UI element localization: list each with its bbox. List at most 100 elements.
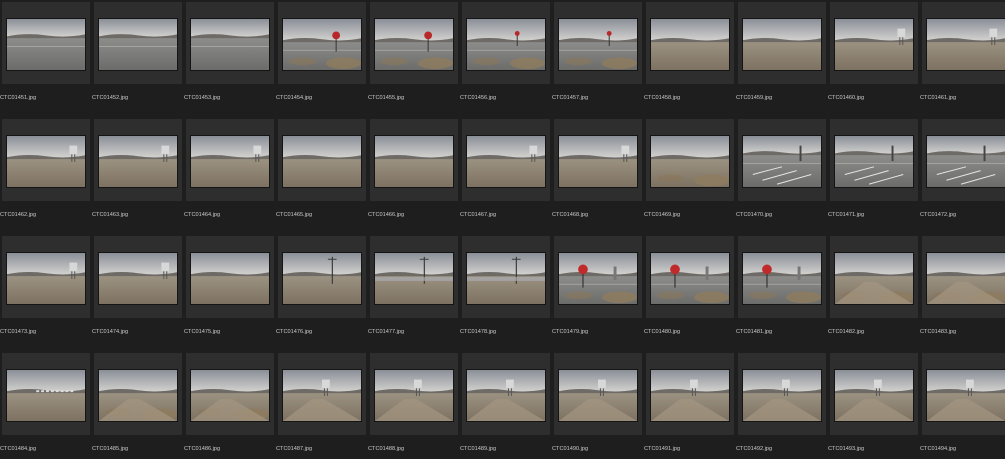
thumbnail-cell[interactable] [462, 236, 550, 318]
thumbnail-filename: CTC01455.jpg [368, 95, 405, 101]
thumbnail-image[interactable] [466, 135, 546, 188]
thumbnail-cell[interactable] [554, 353, 642, 435]
thumbnail-image[interactable] [98, 369, 178, 422]
thumbnail-image[interactable] [98, 135, 178, 188]
thumbnail-image[interactable] [6, 18, 86, 71]
thumbnail-cell[interactable] [278, 2, 366, 84]
thumbnail-cell[interactable] [94, 119, 182, 201]
thumbnail-cell[interactable] [830, 119, 918, 201]
thumbnail-image[interactable] [6, 369, 86, 422]
thumbnail-cell[interactable] [94, 353, 182, 435]
thumbnail-cell[interactable] [554, 236, 642, 318]
thumbnail-filename: CTC01493.jpg [828, 446, 865, 452]
thumbnail-filename: CTC01471.jpg [828, 212, 865, 218]
thumbnail-image[interactable] [282, 369, 362, 422]
thumbnail-image[interactable] [558, 252, 638, 305]
thumbnail-filename: CTC01489.jpg [460, 446, 497, 452]
thumbnail-cell[interactable] [738, 353, 826, 435]
thumbnail-image[interactable] [374, 135, 454, 188]
thumbnail-cell[interactable] [94, 236, 182, 318]
thumbnail-image[interactable] [834, 252, 914, 305]
thumbnail-image[interactable] [98, 252, 178, 305]
thumbnail-image[interactable] [742, 252, 822, 305]
thumbnail-image[interactable] [650, 369, 730, 422]
thumbnail-image[interactable] [190, 135, 270, 188]
thumbnail-cell[interactable] [738, 119, 826, 201]
thumbnail-image[interactable] [466, 18, 546, 71]
thumbnail-filename: CTC01459.jpg [736, 95, 773, 101]
thumbnail-image[interactable] [98, 18, 178, 71]
thumbnail-cell[interactable] [2, 236, 90, 318]
thumbnail-cell[interactable] [370, 353, 458, 435]
thumbnail-image[interactable] [834, 18, 914, 71]
thumbnail-image[interactable] [190, 252, 270, 305]
thumbnail-image[interactable] [6, 252, 86, 305]
thumbnail-cell[interactable] [370, 2, 458, 84]
thumbnail-cell[interactable] [462, 2, 550, 84]
thumbnail-cell[interactable] [370, 119, 458, 201]
thumbnail-cell[interactable] [830, 2, 918, 84]
thumbnail-image[interactable] [466, 369, 546, 422]
thumbnail-cell[interactable] [922, 119, 1005, 201]
thumbnail-image[interactable] [374, 252, 454, 305]
thumbnail-image[interactable] [282, 252, 362, 305]
thumbnail-image[interactable] [650, 252, 730, 305]
thumbnail-cell[interactable] [2, 2, 90, 84]
thumbnail-cell[interactable] [2, 353, 90, 435]
thumbnail-image[interactable] [558, 369, 638, 422]
thumbnail-cell[interactable] [278, 236, 366, 318]
thumbnail-cell[interactable] [370, 236, 458, 318]
thumbnail-cell[interactable] [186, 353, 274, 435]
thumbnail-image[interactable] [282, 135, 362, 188]
thumbnail-cell[interactable] [646, 2, 734, 84]
thumbnail-cell[interactable] [462, 119, 550, 201]
thumbnail-image[interactable] [742, 369, 822, 422]
thumbnail-image[interactable] [558, 135, 638, 188]
thumbnail-cell[interactable] [278, 119, 366, 201]
thumbnail-image[interactable] [834, 369, 914, 422]
thumbnail-cell[interactable] [94, 2, 182, 84]
thumbnail-image[interactable] [742, 135, 822, 188]
thumbnail-cell[interactable] [922, 2, 1005, 84]
thumbnail-image[interactable] [466, 252, 546, 305]
thumbnail-image[interactable] [374, 18, 454, 71]
thumbnail-cell[interactable] [278, 353, 366, 435]
thumbnail-image[interactable] [374, 369, 454, 422]
thumbnail-cell[interactable] [554, 2, 642, 84]
thumbnail-image[interactable] [650, 135, 730, 188]
thumbnail-cell[interactable] [186, 119, 274, 201]
thumbnail-image[interactable] [558, 18, 638, 71]
thumbnail-cell[interactable] [830, 236, 918, 318]
thumbnail-image[interactable] [926, 18, 1005, 71]
thumbnail-filename: CTC01476.jpg [276, 329, 313, 335]
thumbnail-filename: CTC01494.jpg [920, 446, 957, 452]
thumbnail-filename: CTC01454.jpg [276, 95, 313, 101]
thumbnail-image[interactable] [190, 369, 270, 422]
thumbnail-image[interactable] [282, 18, 362, 71]
thumbnail-cell[interactable] [186, 2, 274, 84]
thumbnail-cell[interactable] [922, 236, 1005, 318]
thumbnail-cell[interactable] [830, 353, 918, 435]
thumbnail-cell[interactable] [554, 119, 642, 201]
thumbnail-filename: CTC01456.jpg [460, 95, 497, 101]
thumbnail-filename: CTC01488.jpg [368, 446, 405, 452]
thumbnail-filename: CTC01458.jpg [644, 95, 681, 101]
thumbnail-image[interactable] [834, 135, 914, 188]
thumbnail-cell[interactable] [186, 236, 274, 318]
thumbnail-image[interactable] [6, 135, 86, 188]
thumbnail-cell[interactable] [922, 353, 1005, 435]
thumbnail-cell[interactable] [646, 353, 734, 435]
thumbnail-image[interactable] [926, 369, 1005, 422]
thumbnail-cell[interactable] [738, 2, 826, 84]
thumbnail-image[interactable] [926, 252, 1005, 305]
thumbnail-image[interactable] [190, 18, 270, 71]
thumbnail-cell[interactable] [462, 353, 550, 435]
thumbnail-cell[interactable] [738, 236, 826, 318]
thumbnail-cell[interactable] [2, 119, 90, 201]
thumbnail-cell[interactable] [646, 119, 734, 201]
thumbnail-filename: CTC01479.jpg [552, 329, 589, 335]
thumbnail-image[interactable] [926, 135, 1005, 188]
thumbnail-cell[interactable] [646, 236, 734, 318]
thumbnail-image[interactable] [742, 18, 822, 71]
thumbnail-image[interactable] [650, 18, 730, 71]
